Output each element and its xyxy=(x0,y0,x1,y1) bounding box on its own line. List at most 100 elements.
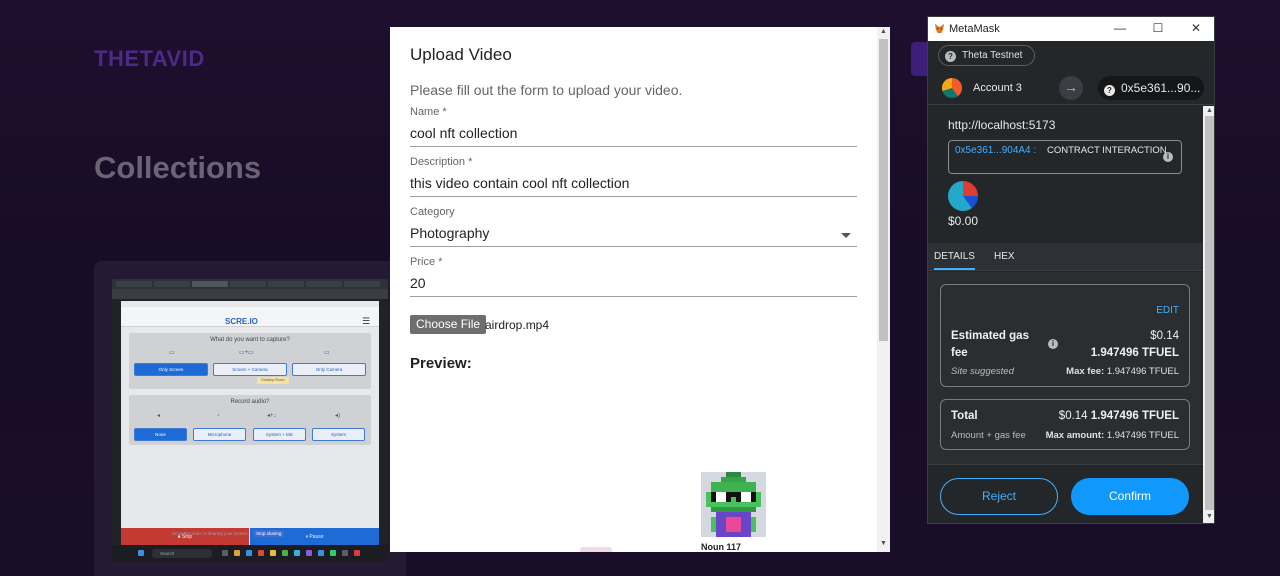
mm-scroll-up-icon[interactable]: ▲ xyxy=(1206,107,1213,114)
total-box: Total $0.14 1.947496 TFUEL Amount + gas … xyxy=(940,399,1190,450)
details-panel: EDIT Estimated gas fee i $0.14 1.947496 … xyxy=(928,272,1203,480)
thumb-monitor-icon: ▭ xyxy=(169,350,175,356)
account-row: Account 3 → ? 0x5e361...90... xyxy=(928,73,1214,105)
edit-gas-button[interactable]: EDIT xyxy=(1156,305,1179,316)
category-label: Category xyxy=(410,206,455,218)
network-selector[interactable]: ? Theta Testnet xyxy=(938,45,1036,66)
thumb-screen-camera: Screen + Camera xyxy=(213,363,287,376)
thumb-url-bar xyxy=(112,289,388,299)
thumb-search-box: Search xyxy=(152,549,212,558)
thumb-audio-panel: Record audio? ◂ ♩ ◂+♩ ◂) None Microphone… xyxy=(129,395,371,445)
thumb-logo: SCRE.IO xyxy=(225,317,258,326)
confirm-button[interactable]: Confirm xyxy=(1071,478,1189,515)
description-input[interactable]: this video contain cool nft collection xyxy=(410,175,857,195)
max-fee-label: Max fee: xyxy=(1066,366,1105,377)
account-avatar[interactable] xyxy=(942,78,962,98)
contract-address[interactable]: 0x5e361...904A4 : xyxy=(955,144,1045,157)
total-amount: 1.947496 TFUEL xyxy=(1090,410,1179,422)
gas-info-icon[interactable]: i xyxy=(1048,339,1058,349)
gas-fee-amount: 1.947496 TFUEL xyxy=(1090,347,1179,359)
network-icon: ? xyxy=(945,51,956,62)
token-identicon xyxy=(948,181,978,211)
thumb-start-icon xyxy=(138,550,144,556)
price-input[interactable]: 20 xyxy=(410,275,857,295)
description-label: Description * xyxy=(410,156,473,168)
category-value[interactable]: Photography xyxy=(410,225,857,245)
max-amount-label: Max amount: xyxy=(1045,430,1105,441)
amount-usd: $0.00 xyxy=(948,214,979,228)
thumb-monitor-camera-icon: ▭+▭ xyxy=(239,350,254,356)
thumb-camera-icon: ▭ xyxy=(324,350,330,356)
thumb-audio-none: None xyxy=(134,428,187,441)
account-name: Account 3 xyxy=(973,82,1022,94)
preview-heading: Preview: xyxy=(410,355,472,372)
price-field[interactable]: Price * 20 xyxy=(410,256,857,297)
thumb-page: SCRE.IO ☰ What do you want to capture? ▭… xyxy=(121,301,379,549)
gas-fee-usd: $0.14 xyxy=(1150,330,1179,342)
thumb-share-notice: ScreeRecorder is sharing your screen. St… xyxy=(172,530,285,537)
thumb-only-camera: Only Camera xyxy=(292,363,366,376)
amount-plus-gas-label: Amount + gas fee xyxy=(951,430,1026,441)
transaction-summary: http://localhost:5173 0x5e361...904A4 : … xyxy=(928,106,1203,242)
description-field[interactable]: Description * this video contain cool nf… xyxy=(410,156,857,197)
total-usd: $0.14 xyxy=(1058,410,1088,422)
name-field[interactable]: Name * cool nft collection xyxy=(410,106,857,147)
category-select[interactable]: Category Photography xyxy=(410,206,857,247)
metamask-titlebar[interactable]: MetaMask — ☐ ✕ xyxy=(928,17,1214,41)
reject-button[interactable]: Reject xyxy=(940,478,1058,515)
minimize-icon[interactable]: — xyxy=(1112,21,1128,35)
nft-image[interactable] xyxy=(701,472,766,537)
thumb-mic-icon: ♩ xyxy=(217,412,223,418)
close-icon[interactable]: ✕ xyxy=(1188,21,1204,35)
recipient-icon: ? xyxy=(1104,85,1115,96)
name-input[interactable]: cool nft collection xyxy=(410,125,857,145)
thumb-mute-icon: ◂ xyxy=(157,413,161,419)
thumb-menu-icon: ☰ xyxy=(362,316,371,326)
nft-thumbnail-partial[interactable] xyxy=(580,547,612,552)
gas-fee-box: EDIT Estimated gas fee i $0.14 1.947496 … xyxy=(940,284,1190,387)
mm-scroll-down-icon[interactable]: ▼ xyxy=(1206,513,1213,520)
metamask-window: MetaMask — ☐ ✕ ? Theta Testnet Account 3 … xyxy=(927,16,1215,524)
scroll-down-icon[interactable]: ▼ xyxy=(880,540,887,547)
selected-file-name: airdrop.mp4 xyxy=(485,318,550,332)
max-fee-value: 1.947496 TFUEL xyxy=(1106,366,1179,377)
metamask-scrollbar[interactable]: ▲ ▼ xyxy=(1203,106,1214,523)
scroll-up-icon[interactable]: ▲ xyxy=(880,28,887,35)
tab-details[interactable]: DETAILS xyxy=(934,251,975,270)
details-tabs: DETAILS HEX xyxy=(928,243,1203,271)
choose-file-button[interactable]: Choose File xyxy=(410,315,487,334)
page-title: Collections xyxy=(94,150,262,185)
nft-name: Noun 117 xyxy=(701,542,742,552)
thumb-audio-system: System xyxy=(312,428,365,441)
upload-video-modal: Upload Video Please fill out the form to… xyxy=(390,27,890,552)
modal-scroll-thumb[interactable] xyxy=(879,39,888,341)
site-suggested-label: Site suggested xyxy=(951,366,1014,377)
max-amount-value: 1.947496 TFUEL xyxy=(1106,430,1179,441)
brand-logo[interactable]: THETAVID xyxy=(94,46,205,72)
info-icon[interactable]: i xyxy=(1163,152,1173,162)
modal-subtitle: Please fill out the form to upload your … xyxy=(410,82,683,98)
thumb-speaker-icon: ◂) xyxy=(335,413,341,419)
thumb-capture-panel: What do you want to capture? ▭ ▭+▭ ▭ Onl… xyxy=(129,333,371,389)
action-footer: Reject Confirm xyxy=(928,464,1203,523)
name-label: Name * xyxy=(410,106,447,118)
thumb-taskbar: Search xyxy=(112,545,388,562)
chevron-down-icon[interactable] xyxy=(841,233,851,238)
total-label: Total xyxy=(951,410,978,422)
maximize-icon[interactable]: ☐ xyxy=(1150,21,1166,35)
video-thumbnail[interactable]: SCRE.IO ☰ What do you want to capture? ▭… xyxy=(112,279,388,562)
metamask-title: MetaMask xyxy=(949,23,1000,35)
tab-hex[interactable]: HEX xyxy=(994,251,1015,262)
arrow-right-icon: → xyxy=(1059,76,1083,100)
modal-scrollbar[interactable]: ▲ ▼ xyxy=(877,27,890,552)
interaction-type: CONTRACT INTERACTION xyxy=(1047,145,1167,156)
thumb-only-screen: Only Screen xyxy=(134,363,208,376)
recipient-address[interactable]: ? 0x5e361...90... xyxy=(1098,76,1204,100)
origin-url: http://localhost:5173 xyxy=(948,118,1056,132)
metamask-fox-icon xyxy=(934,23,945,34)
mm-scroll-thumb[interactable] xyxy=(1205,116,1214,510)
gas-fee-label: Estimated gas fee xyxy=(951,330,1029,359)
network-name: Theta Testnet xyxy=(962,50,1023,61)
contract-interaction-box: 0x5e361...904A4 : CONTRACT INTERACTION i xyxy=(948,140,1182,174)
thumb-audio-mic: Microphone xyxy=(193,428,246,441)
